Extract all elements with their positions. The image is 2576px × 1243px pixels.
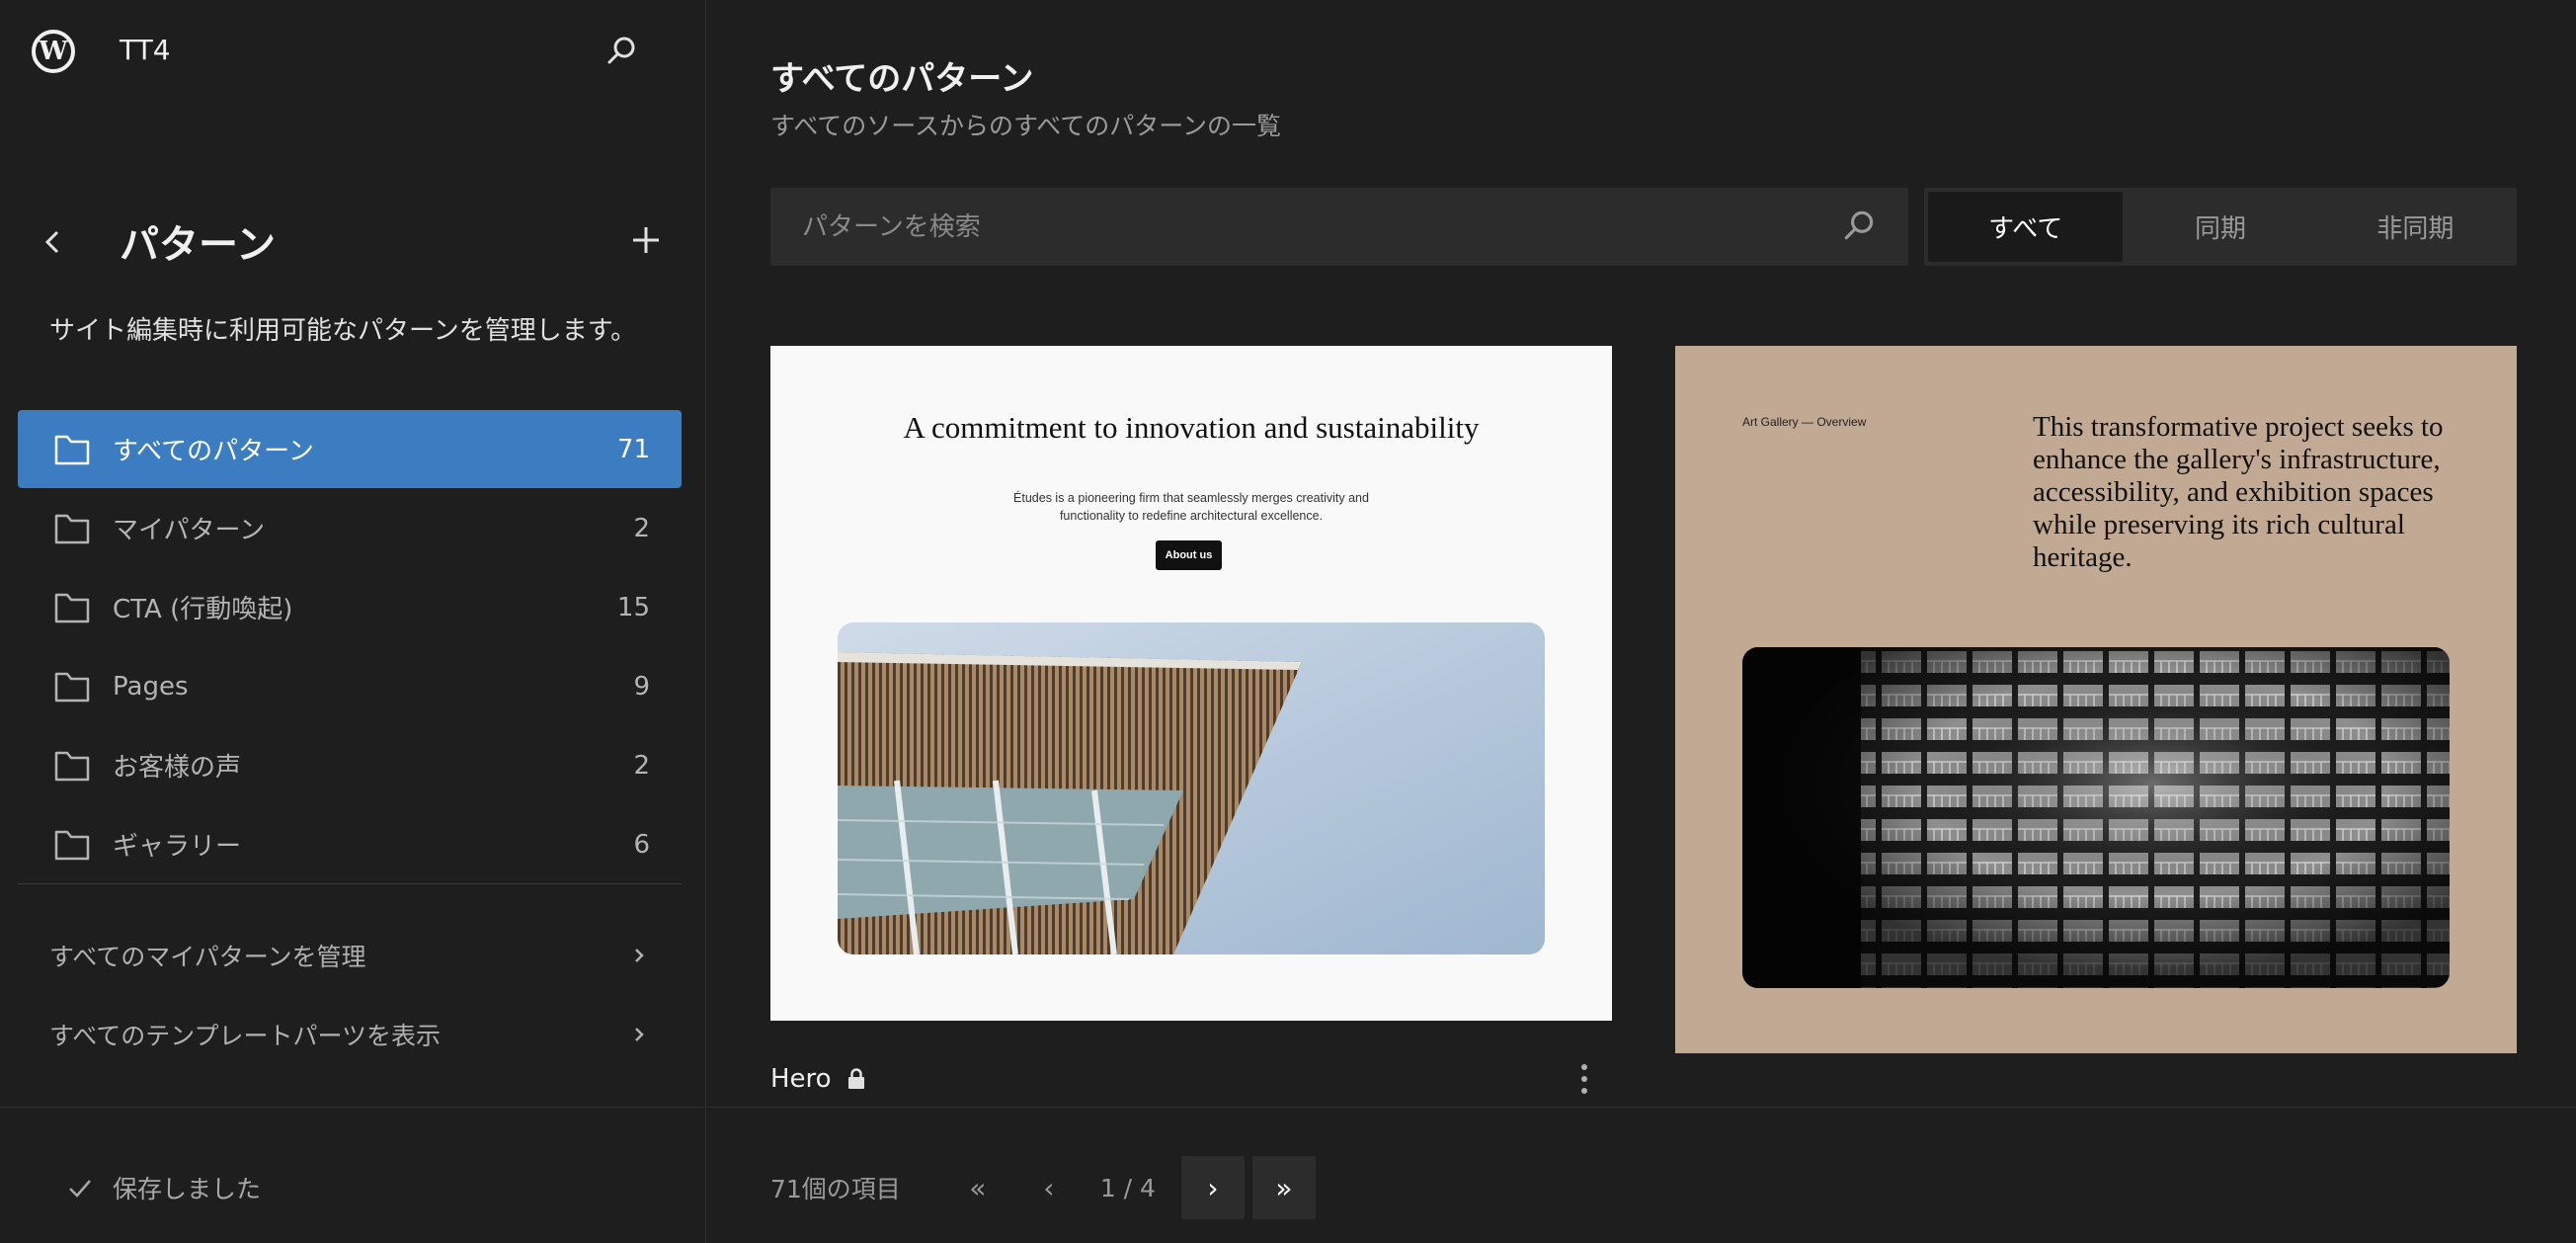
pattern-preview-gallery[interactable]: Art Gallery — Overview This transformati… — [1675, 346, 2517, 1053]
page-title: すべてのパターン — [770, 59, 1034, 99]
check-icon — [69, 1180, 91, 1198]
link-label: すべてのテンプレートパーツを表示 — [49, 1022, 442, 1050]
search-icon[interactable] — [1841, 207, 1879, 245]
category-label: Pages — [113, 671, 189, 702]
pattern-search — [770, 188, 1908, 266]
pattern-card-meta: Hero — [770, 1059, 1612, 1099]
filter-synced[interactable]: 同期 — [2123, 192, 2317, 262]
category-count: 15 — [616, 592, 650, 622]
preview-label: Art Gallery — Overview — [1742, 415, 1867, 429]
category-count: 2 — [633, 513, 650, 543]
search-icon[interactable] — [604, 34, 640, 69]
chevron-left-icon[interactable] — [38, 222, 67, 262]
preview-text: This transformative project seeks to enh… — [2033, 411, 2444, 573]
item-count: 71個の項目 — [770, 1175, 901, 1203]
folder-icon — [54, 672, 90, 702]
prev-page-button[interactable]: ‹ — [1017, 1156, 1081, 1219]
link-label: すべてのマイパターンを管理 — [49, 943, 366, 971]
first-page-button[interactable]: « — [946, 1156, 1009, 1219]
manage-my-patterns-link[interactable]: すべてのマイパターンを管理 — [18, 921, 682, 990]
preview-heading: A commitment to innovation and sustainab… — [903, 410, 1480, 445]
category-count: 6 — [633, 829, 650, 860]
folder-icon — [54, 514, 90, 543]
category-item-testimonials[interactable]: お客様の声 2 — [18, 726, 682, 804]
folder-icon — [54, 593, 90, 622]
category-item-my-patterns[interactable]: マイパターン 2 — [18, 489, 682, 567]
sidebar-divider — [18, 883, 682, 884]
next-page-button[interactable]: › — [1180, 1156, 1245, 1219]
search-input[interactable] — [770, 188, 1908, 266]
wordpress-logo-icon[interactable]: W — [32, 30, 75, 73]
building-image — [1742, 647, 2450, 988]
filter-all[interactable]: すべて — [1928, 192, 2124, 262]
page-description: すべてのソースからのすべてのパターンの一覧 — [770, 112, 1282, 140]
category-label: ギャラリー — [113, 832, 242, 862]
last-page-button[interactable]: » — [1251, 1156, 1316, 1219]
category-item-gallery[interactable]: ギャラリー 6 — [18, 805, 682, 883]
sidebar-footer-divider — [0, 1107, 706, 1108]
chevron-right-icon — [635, 1028, 644, 1041]
category-item-pages[interactable]: Pages 9 — [18, 647, 682, 725]
category-item-all-patterns[interactable]: すべてのパターン 71 — [18, 410, 682, 488]
save-status: 保存しました — [65, 1170, 261, 1205]
view-template-parts-link[interactable]: すべてのテンプレートパーツを表示 — [18, 1000, 682, 1069]
category-label: すべてのパターン — [113, 437, 314, 466]
pagination: 71個の項目 « ‹ 1 / 4 › » — [770, 1156, 1324, 1219]
folder-icon — [54, 830, 90, 860]
more-options-icon[interactable] — [1578, 1061, 1590, 1097]
page-indicator: 1 / 4 — [1099, 1173, 1156, 1202]
architecture-image — [838, 622, 1545, 954]
category-list: すべてのパターン 71 マイパターン 2 CTA (行動喚起) 15 Pages… — [18, 410, 682, 884]
category-label: お客様の声 — [113, 753, 242, 783]
category-count: 2 — [633, 750, 650, 781]
category-label: CTA (行動喚起) — [113, 595, 293, 624]
folder-icon — [54, 751, 90, 781]
category-label: マイパターン — [113, 516, 266, 545]
preview-button: About us — [1156, 540, 1222, 570]
sidebar: W TT4 パターン サイト編集時に利用可能なパターンを管理します。 すべてのパ… — [0, 0, 706, 1243]
footer-divider — [707, 1107, 2576, 1108]
sync-filter: すべて 同期 非同期 — [1924, 188, 2517, 266]
site-title[interactable]: TT4 — [120, 34, 171, 66]
folder-icon — [54, 435, 90, 464]
category-item-cta[interactable]: CTA (行動喚起) 15 — [18, 568, 682, 646]
main-content: すべてのパターン すべてのソースからのすべてのパターンの一覧 すべて 同期 非同… — [707, 0, 2576, 1243]
save-status-label: 保存しました — [113, 1175, 262, 1203]
pattern-preview-hero[interactable]: A commitment to innovation and sustainab… — [770, 346, 1612, 1021]
category-count: 71 — [616, 434, 650, 464]
plus-icon[interactable] — [628, 222, 664, 258]
chevron-right-icon — [635, 949, 644, 962]
sidebar-description: サイト編集時に利用可能なパターンを管理します。 — [49, 316, 637, 346]
sidebar-header: W TT4 — [0, 0, 706, 104]
category-count: 9 — [633, 671, 650, 702]
lock-icon — [847, 1068, 864, 1089]
filter-unsynced[interactable]: 非同期 — [2318, 192, 2513, 262]
pattern-name[interactable]: Hero — [770, 1064, 832, 1094]
preview-text: Études is a pioneering firm that seamles… — [1013, 491, 1369, 523]
sidebar-title: パターン — [120, 222, 276, 268]
